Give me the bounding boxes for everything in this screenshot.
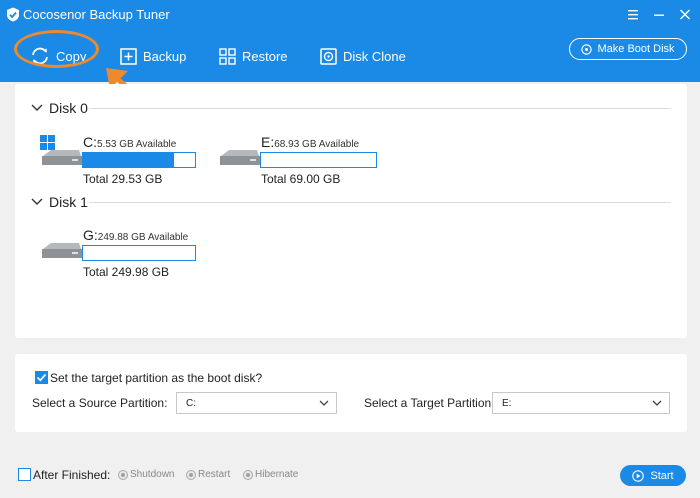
target-partition-select[interactable]: E: [492,392,670,414]
menu-button[interactable] [622,5,644,25]
sync-icon [32,47,48,65]
divider [89,202,671,203]
source-partition-select[interactable]: C: [176,392,337,414]
toolbar: Copy Backup Restore Disk Clone Make Boot… [0,30,700,82]
app-window: Cocosenor Backup Tuner Copy Backup Resto… [0,0,700,498]
restore-button[interactable]: Restore [219,30,288,82]
windows-drive-icon [40,135,82,165]
partition-letter: G:249.88 GB Available [83,227,188,243]
footer-bar: After Finished: Shutdown Restart Hiberna… [0,452,700,498]
drive-letter: E: [261,134,275,150]
divider [89,108,671,109]
boot-disk-icon [581,43,593,55]
after-finished-label: After Finished: [33,468,111,482]
partition-c[interactable]: C:5.53 GB Available Total 29.53 GB [39,134,239,188]
app-logo-icon [7,7,19,22]
disk-name: Disk 1 [49,194,88,210]
backup-label: Backup [143,48,187,64]
minimize-icon [654,14,664,16]
title-bar: Cocosenor Backup Tuner [0,0,700,30]
usage-bar [82,152,196,168]
disk-header-0[interactable]: Disk 0 [31,100,88,116]
make-boot-disk-button[interactable]: Make Boot Disk [569,38,687,60]
play-icon [632,469,645,482]
available-space: 5.53 GB Available [97,139,177,150]
chevron-down-icon [319,400,329,406]
options-panel: Set the target partition as the boot dis… [15,354,687,432]
partition-e[interactable]: E:68.93 GB Available Total 69.00 GB [217,134,417,188]
make-boot-disk-label: Make Boot Disk [597,43,675,55]
restore-icon [219,47,236,65]
chevron-down-icon [652,400,662,406]
total-size: Total 69.00 GB [261,172,341,186]
target-partition-value: E: [502,398,512,409]
available-space: 68.93 GB Available [274,139,360,150]
close-button[interactable] [674,5,696,25]
drive-letter: C: [83,134,97,150]
available-space: 249.88 GB Available [97,232,189,243]
partition-g[interactable]: G:249.88 GB Available Total 249.98 GB [39,227,239,281]
hamburger-icon [628,10,638,20]
target-partition-label: Select a Target Partition: [364,396,495,410]
partition-letter: E:68.93 GB Available [261,134,359,150]
restore-label: Restore [242,48,288,64]
source-partition-value: C: [186,398,196,409]
disk-panel: Disk 0 C:5.53 GB Available Total 29.53 G… [15,84,687,338]
disk-clone-icon [320,47,337,65]
chevron-down-icon [31,104,43,111]
hard-drive-icon [220,150,260,165]
disk-header-1[interactable]: Disk 1 [31,194,88,210]
total-size: Total 29.53 GB [83,172,163,186]
backup-icon [120,47,137,65]
restart-label: Restart [198,469,231,480]
backup-button[interactable]: Backup [120,30,186,82]
shutdown-radio[interactable] [118,470,128,480]
after-finished-checkbox[interactable] [18,468,31,481]
disk-name: Disk 0 [49,100,88,116]
total-size: Total 249.98 GB [83,265,170,279]
usage-bar [260,152,377,168]
drive-letter: G: [83,227,98,243]
hibernate-radio[interactable] [243,470,253,480]
minimize-button[interactable] [648,5,670,25]
boot-disk-checkbox[interactable] [35,371,48,384]
copy-label: Copy [56,48,87,64]
disk-clone-button[interactable]: Disk Clone [320,30,406,82]
boot-disk-label: Set the target partition as the boot dis… [50,371,263,385]
start-label: Start [650,469,674,482]
chevron-down-icon [31,198,43,205]
restart-radio[interactable] [186,470,196,480]
disk-clone-label: Disk Clone [343,48,406,64]
checkmark-icon [36,373,47,382]
start-button[interactable]: Start [620,465,686,486]
source-partition-label: Select a Source Partition: [32,396,168,410]
shutdown-label: Shutdown [130,469,175,480]
close-icon [680,9,690,20]
hard-drive-icon [42,243,82,258]
partition-letter: C:5.53 GB Available [83,134,176,150]
usage-bar [82,245,196,261]
window-title: Cocosenor Backup Tuner [23,7,170,22]
usage-fill [83,153,174,167]
hibernate-label: Hibernate [255,469,299,480]
copy-button[interactable]: Copy [30,30,86,82]
